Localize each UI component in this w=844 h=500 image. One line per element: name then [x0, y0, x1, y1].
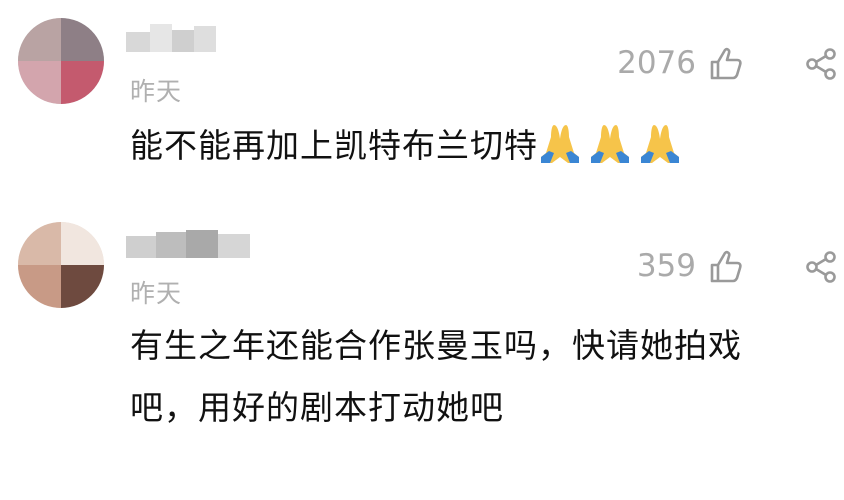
thumbs-up-icon[interactable]	[708, 46, 744, 82]
avatar[interactable]	[18, 222, 104, 308]
comment-text-line: 吧，用好的剧本打动她吧	[130, 388, 504, 427]
username-blurred[interactable]	[126, 230, 250, 262]
thumbs-up-icon[interactable]	[708, 249, 744, 285]
comment-time: 昨天	[130, 77, 183, 106]
comment-text-line: 有生之年还能合作张曼玉吗，快请她拍戏	[130, 326, 742, 365]
like-count: 359	[636, 248, 696, 284]
avatar[interactable]	[18, 18, 104, 104]
praying-hands-emoji-icon	[591, 125, 629, 163]
comment-text-body: 能不能再加上凯特布兰切特	[130, 126, 538, 165]
praying-hands-emoji-icon	[541, 125, 579, 163]
share-icon[interactable]	[804, 249, 840, 285]
comment-item: 昨天 2076 能不能再加上凯特布兰切特	[0, 0, 844, 190]
username-blurred[interactable]	[126, 24, 216, 56]
like-count: 2076	[617, 45, 696, 81]
share-icon[interactable]	[804, 46, 840, 82]
comment-time: 昨天	[130, 279, 183, 308]
comment-item: 昨天 359 有生之年还能合作张曼玉吗，快请她拍戏 吧，用好的剧本打动她吧	[0, 200, 844, 500]
praying-hands-emoji-icon	[641, 125, 679, 163]
comment-text: 有生之年还能合作张曼玉吗，快请她拍戏 吧，用好的剧本打动她吧	[130, 318, 840, 436]
comment-text: 能不能再加上凯特布兰切特	[130, 118, 830, 174]
